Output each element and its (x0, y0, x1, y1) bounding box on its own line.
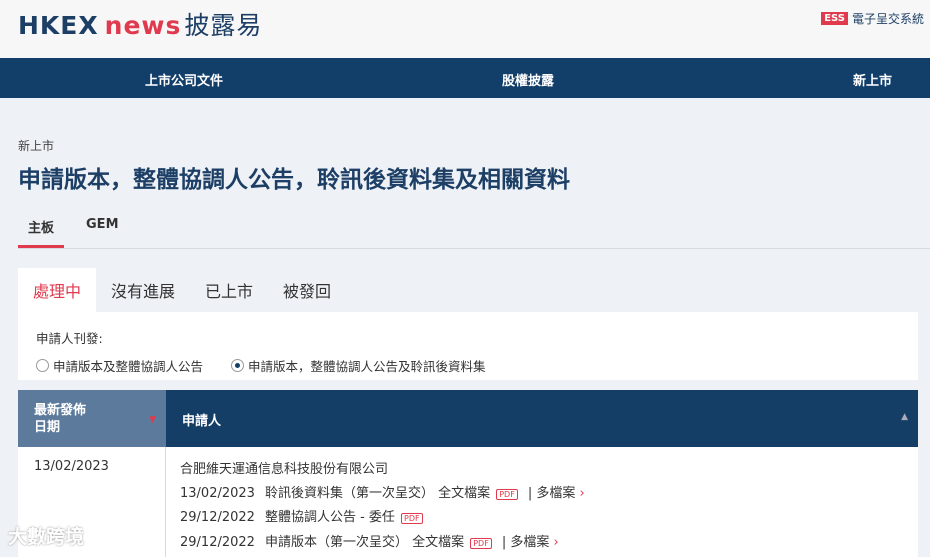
header-text: 最新發佈 (34, 403, 87, 418)
doc-item: 29/12/2022 整體協調人公告 - 委任 PDF (180, 506, 904, 531)
radio-option-2[interactable]: 申請版本，整體協調人公告及聆訊後資料集 (231, 356, 486, 375)
table-row: 13/02/2023 合肥維天運通信息科技股份有限公司 13/02/2023 聆訊… (18, 447, 918, 557)
doc-link[interactable]: 申請版本（第一次呈交） 全文檔案 (265, 535, 464, 550)
applicant-name: 合肥維天運通信息科技股份有限公司 (180, 462, 389, 477)
header-text: 日期 (34, 420, 61, 435)
doc-link[interactable]: 聆訊後資料集（第一次呈交） 全文檔案 (265, 486, 490, 501)
tab-main-board[interactable]: 主板 (18, 214, 65, 248)
pdf-icon[interactable]: PDF (496, 488, 518, 500)
radio-label: 申請版本及整體協調人公告 (53, 359, 204, 374)
nav-new-listings[interactable]: 新上市 (853, 70, 892, 89)
tab-active[interactable]: 處理中 (18, 268, 97, 312)
pdf-icon[interactable]: PDF (401, 513, 423, 524)
sort-asc-icon: ▲ (901, 412, 908, 422)
filter-panel: 申請人刊發: 申請版本及整體協調人公告 申請版本，整體協調人公告及聆訊後資料集 (18, 312, 918, 380)
main-nav: 上市公司文件 股權披露 新上市 (0, 58, 930, 98)
page-title: 申請版本，整體協調人公告，聆訊後資料集及相關資料 (18, 167, 570, 193)
chevron-right-icon[interactable]: › (553, 535, 558, 550)
doc-date: 29/12/2022 (180, 534, 255, 550)
applications-table: 最新發佈日期 ▼ 申請人 ▲ 13/02/2023 合肥維天運通信息科技股份有限公司… (18, 390, 918, 557)
sort-desc-icon: ▼ (149, 415, 156, 425)
header-text: 申請人 (182, 414, 222, 429)
nav-disclosure-of-interests[interactable]: 股權披露 (502, 70, 554, 89)
logo-hkex: HKEX (18, 11, 99, 40)
filter-label: 申請人刊發: (36, 331, 103, 346)
ess-link[interactable]: ESS 電子呈交系統 (821, 10, 924, 27)
board-tabs: 主板 GEM (18, 214, 930, 249)
multi-file-link[interactable]: | 多檔案 (528, 486, 576, 501)
doc-link[interactable]: 整體協調人公告 - 委任 (265, 510, 395, 525)
multi-file-link[interactable]: | 多檔案 (502, 535, 550, 550)
radio-icon (36, 359, 49, 372)
status-tabs: 處理中 沒有進展 已上市 被發回 (18, 268, 346, 312)
chevron-right-icon[interactable]: › (579, 486, 584, 501)
radio-option-1[interactable]: 申請版本及整體協調人公告 (36, 356, 203, 375)
radio-label: 申請版本，整體協調人公告及聆訊後資料集 (248, 359, 486, 374)
radio-selected-icon (231, 359, 245, 372)
pdf-icon[interactable]: PDF (470, 537, 492, 549)
header-applicant[interactable]: 申請人 ▲ (166, 390, 918, 447)
watermark: 大數跨境 (8, 526, 85, 548)
logo-cn: 披露易 (184, 11, 263, 40)
doc-item: 13/02/2023 聆訊後資料集（第一次呈交） 全文檔案 PDF | 多檔案 › (180, 482, 904, 507)
tab-gem[interactable]: GEM (76, 214, 129, 248)
hkexnews-logo[interactable]: HKEX news 披露易 (18, 6, 262, 42)
logo-news: news (104, 11, 182, 40)
tab-inactive[interactable]: 沒有進展 (96, 268, 190, 312)
ess-badge: ESS (821, 12, 848, 25)
ess-label: 電子呈交系統 (851, 12, 924, 26)
tab-returned[interactable]: 被發回 (268, 268, 346, 312)
header-latest-date[interactable]: 最新發佈日期 ▼ (18, 390, 166, 447)
nav-listed-company-docs[interactable]: 上市公司文件 (145, 70, 223, 89)
breadcrumb[interactable]: 新上市 (18, 137, 54, 154)
doc-date: 29/12/2022 (180, 510, 255, 525)
doc-date: 13/02/2023 (180, 485, 255, 501)
doc-item: 29/12/2022 申請版本（第一次呈交） 全文檔案 PDF | 多檔案 › (180, 531, 904, 556)
tab-listed[interactable]: 已上市 (190, 268, 268, 312)
header: HKEX news 披露易 ESS 電子呈交系統 (0, 0, 930, 58)
